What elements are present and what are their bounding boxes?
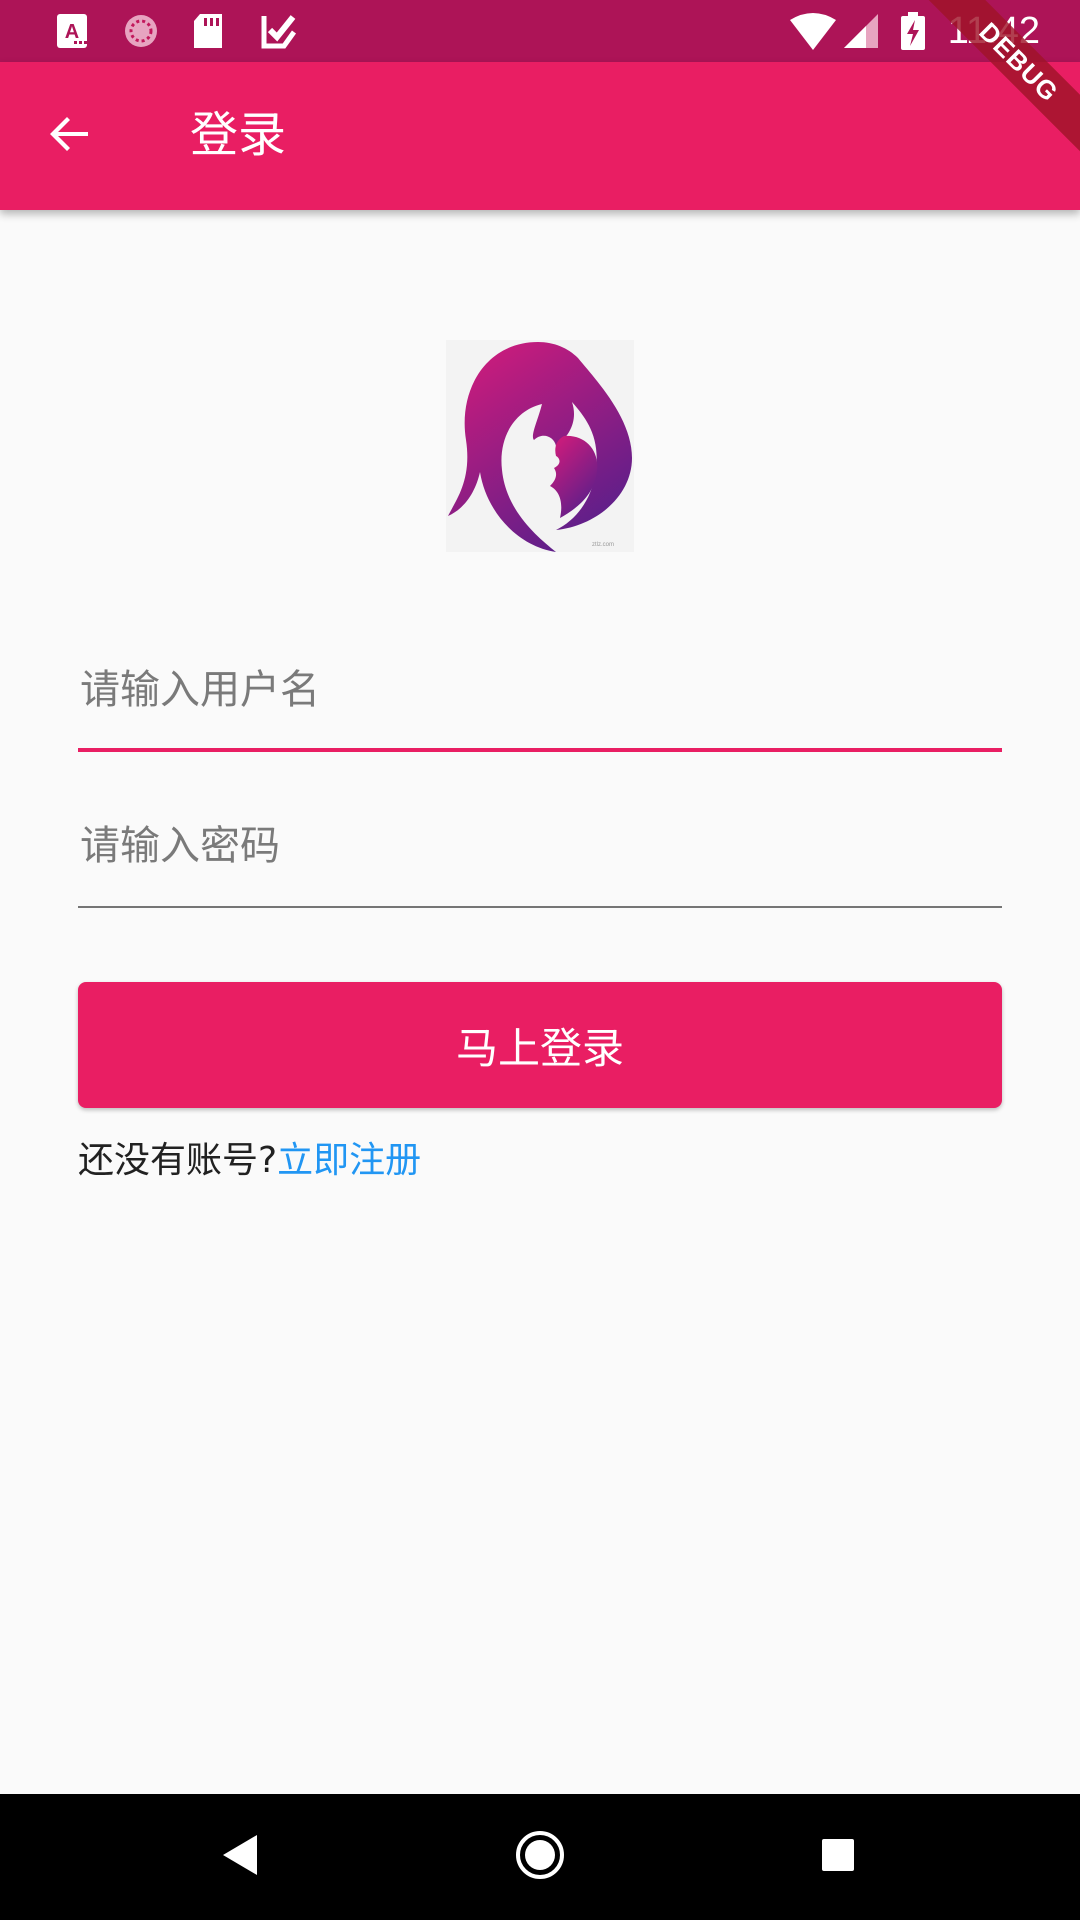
back-button[interactable] — [30, 96, 110, 176]
username-underline — [78, 748, 1002, 752]
check-square-icon — [260, 12, 298, 50]
arrow-back-icon — [46, 110, 94, 162]
password-field[interactable]: 请输入密码 — [78, 798, 1002, 908]
mother-baby-logo-icon: ztlz.com — [446, 340, 634, 552]
page-title: 登录 — [190, 107, 287, 163]
signal-icon — [842, 12, 880, 50]
username-placeholder: 请输入用户名 — [80, 667, 320, 713]
sd-card-icon — [190, 12, 228, 50]
status-bar: A 11:42 — [0, 0, 1080, 62]
register-prompt: 还没有账号? — [78, 1140, 278, 1181]
login-button-label: 马上登录 — [455, 1023, 624, 1073]
nav-back-button[interactable] — [206, 1822, 276, 1892]
recents-square-icon — [820, 1837, 856, 1877]
home-circle-icon — [514, 1829, 566, 1885]
font-notification-icon: A — [54, 12, 92, 50]
login-button[interactable]: 马上登录 — [78, 982, 1002, 1108]
wifi-icon — [790, 12, 836, 50]
system-nav-bar — [0, 1794, 1080, 1920]
back-triangle-icon — [221, 1833, 261, 1881]
password-placeholder: 请输入密码 — [80, 823, 280, 869]
nav-home-button[interactable] — [505, 1822, 575, 1892]
battery-charging-icon — [900, 12, 926, 50]
register-row: 还没有账号?立即注册 — [78, 1136, 421, 1186]
login-screen: A 11:42 登录 DEBUG ztlz.com 请输入用户名 请输入密码 马… — [0, 0, 1080, 1920]
status-time: 11:42 — [947, 10, 1040, 52]
password-underline — [78, 906, 1002, 908]
app-bar: 登录 — [0, 62, 1080, 210]
nav-recents-button[interactable] — [803, 1822, 873, 1892]
username-field[interactable]: 请输入用户名 — [78, 642, 1002, 752]
register-link[interactable]: 立即注册 — [277, 1140, 421, 1181]
loading-circle-icon — [122, 12, 160, 50]
svg-text:A: A — [65, 21, 79, 43]
svg-text:ztlz.com: ztlz.com — [592, 542, 614, 548]
